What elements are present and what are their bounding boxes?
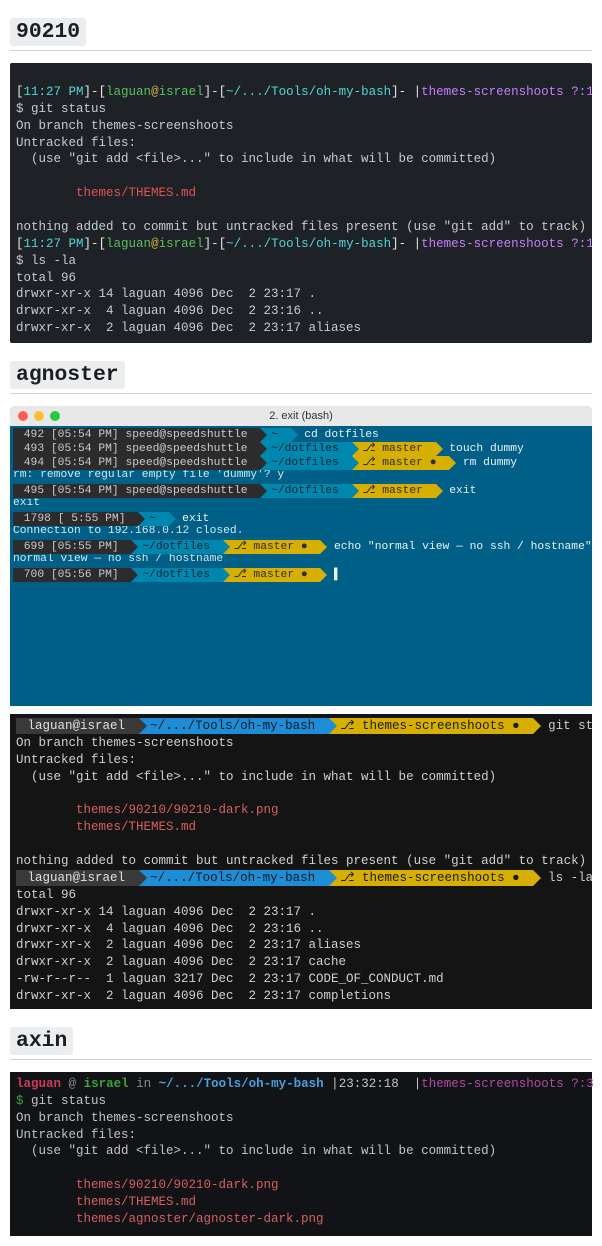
screenshot-90210: [11:27 PM]-[laguan@israel]-[~/.../Tools/… [10, 63, 592, 343]
theme-heading-agnoster[interactable]: agnoster [10, 359, 592, 394]
theme-name: agnoster [10, 361, 125, 389]
screenshot-axin: laguan @ israel in ~/.../Tools/oh-my-bas… [10, 1072, 592, 1236]
theme-heading-axin[interactable]: axin [10, 1025, 592, 1060]
theme-name: axin [10, 1027, 73, 1055]
theme-heading-90210[interactable]: 90210 [10, 16, 592, 51]
mac-titlebar: 2. exit (bash) [10, 406, 592, 426]
screenshot-agnoster-local: laguan@israel ~/.../Tools/oh-my-bash ⎇ t… [10, 714, 592, 1009]
theme-name: 90210 [10, 18, 86, 46]
window-title: 2. exit (bash) [10, 410, 592, 422]
screenshot-agnoster-ssh: 2. exit (bash) 492 [05:54 PM] speed@spee… [10, 406, 592, 706]
